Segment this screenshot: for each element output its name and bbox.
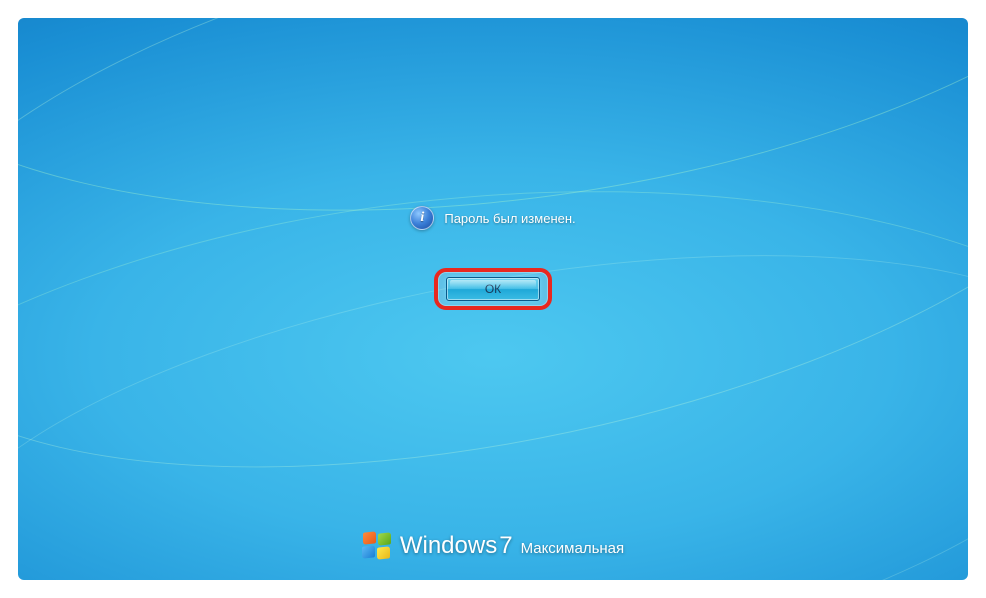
branding: Windows 7 Максимальная bbox=[18, 532, 968, 560]
windows-logo-icon bbox=[362, 532, 392, 560]
brand-name: Windows bbox=[400, 532, 497, 560]
message-text: Пароль был изменен. bbox=[444, 211, 575, 226]
info-icon: i bbox=[410, 206, 434, 230]
background-swoosh bbox=[18, 18, 968, 293]
brand-version: 7 bbox=[499, 532, 512, 560]
login-screen: i Пароль был изменен. ОК Windows 7 Макси… bbox=[18, 18, 968, 580]
brand-edition: Максимальная bbox=[521, 540, 625, 557]
background-swoosh bbox=[18, 177, 968, 580]
annotation-highlight: ОК bbox=[434, 268, 552, 310]
ok-button[interactable]: ОК bbox=[446, 277, 540, 301]
brand-text: Windows 7 Максимальная bbox=[400, 532, 624, 560]
button-area: ОК bbox=[18, 268, 968, 310]
info-icon-glyph: i bbox=[420, 210, 424, 226]
message-area: i Пароль был изменен. bbox=[18, 206, 968, 230]
background-swoosh bbox=[18, 122, 968, 580]
